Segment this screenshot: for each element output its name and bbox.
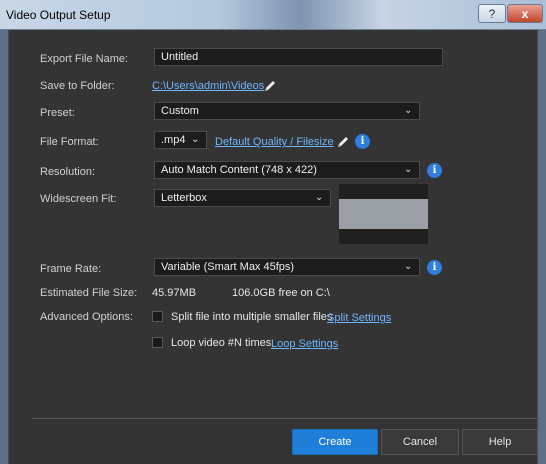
widescreen-fit-select[interactable]: Letterbox ⌄ <box>154 189 331 207</box>
file-format-select[interactable]: .mp4 ⌄ <box>154 131 207 149</box>
chevron-down-icon: ⌄ <box>404 164 413 175</box>
edit-folder-pencil-icon[interactable] <box>262 78 278 94</box>
export-file-name-label: Export File Name: <box>40 53 129 65</box>
estimated-file-size-label: Estimated File Size: <box>40 287 138 299</box>
help-icon: ? <box>488 6 496 21</box>
footer-divider <box>32 418 539 419</box>
info-icon[interactable]: i <box>427 163 442 178</box>
resolution-label: Resolution: <box>40 166 96 178</box>
frame-rate-label: Frame Rate: <box>40 263 102 275</box>
estimated-size-value: 45.97MB <box>152 287 197 299</box>
save-to-folder-label: Save to Folder: <box>40 80 115 92</box>
preset-select[interactable]: Custom ⌄ <box>154 102 420 120</box>
frame-rate-select[interactable]: Variable (Smart Max 45fps) ⌄ <box>154 258 420 276</box>
chevron-down-icon: ⌄ <box>404 261 413 272</box>
loop-settings-link[interactable]: Loop Settings <box>271 338 338 350</box>
create-button[interactable]: Create <box>292 429 378 455</box>
advanced-options-label: Advanced Options: <box>40 311 133 323</box>
preset-value: Custom <box>161 105 199 117</box>
widescreen-fit-label: Widescreen Fit: <box>40 193 117 205</box>
split-file-checkbox[interactable] <box>152 311 163 322</box>
export-file-name-input[interactable]: Untitled <box>154 48 443 66</box>
widescreen-fit-value: Letterbox <box>161 192 207 204</box>
chevron-down-icon: ⌄ <box>315 192 324 203</box>
dialog-body: Export File Name: Untitled Save to Folde… <box>8 30 539 464</box>
help-button[interactable]: Help <box>462 429 538 455</box>
title-help-button[interactable]: ? <box>478 4 506 23</box>
window-title: Video Output Setup <box>6 8 111 22</box>
frame-rate-value: Variable (Smart Max 45fps) <box>161 261 295 273</box>
letterbox-preview <box>339 184 428 244</box>
file-format-value: .mp4 <box>161 134 186 146</box>
resolution-select[interactable]: Auto Match Content (748 x 422) ⌄ <box>154 161 420 179</box>
loop-video-checkbox[interactable] <box>152 337 163 348</box>
chevron-down-icon: ⌄ <box>191 134 200 145</box>
info-icon[interactable]: i <box>427 260 442 275</box>
window-frame: Export File Name: Untitled Save to Folde… <box>0 30 546 464</box>
split-settings-link[interactable]: Split Settings <box>327 312 391 324</box>
cancel-button[interactable]: Cancel <box>381 429 459 455</box>
resolution-value: Auto Match Content (748 x 422) <box>161 164 317 176</box>
file-format-label: File Format: <box>40 136 99 148</box>
loop-video-text: Loop video #N times <box>171 337 272 349</box>
title-bar: Video Output Setup ? x <box>0 0 546 30</box>
edit-quality-pencil-icon[interactable] <box>335 134 351 150</box>
title-close-button[interactable]: x <box>507 4 543 23</box>
info-icon[interactable]: i <box>355 134 370 149</box>
chevron-down-icon: ⌄ <box>404 105 413 116</box>
split-file-text: Split file into multiple smaller files <box>171 311 333 323</box>
quality-filesize-link[interactable]: Default Quality / Filesize <box>215 136 334 148</box>
free-space-value: 106.0GB free on C:\ <box>232 287 330 299</box>
close-icon: x <box>521 6 529 21</box>
save-folder-link[interactable]: C:\Users\admin\Videos <box>152 80 264 92</box>
preset-label: Preset: <box>40 107 75 119</box>
preview-content-area <box>339 199 428 229</box>
